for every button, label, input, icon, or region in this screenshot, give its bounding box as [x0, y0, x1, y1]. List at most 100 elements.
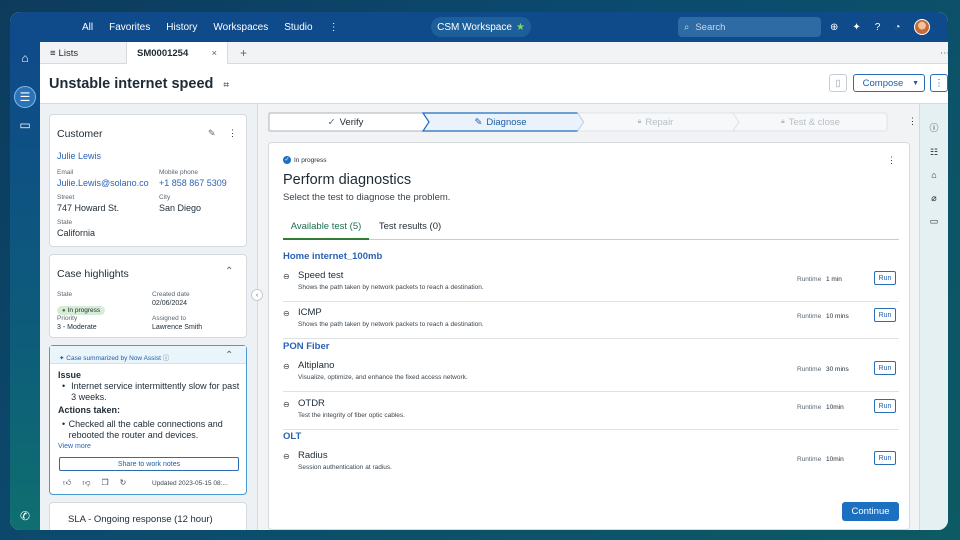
refresh-icon[interactable]: ↻ — [120, 478, 127, 488]
tab-lists[interactable]: ≡ Lists — [40, 42, 126, 64]
record-header: Unstable internet speed ⌗ ▯ Compose ▼ ⋮ — [40, 64, 948, 104]
feedback-icons: 👍︎ 👎︎ ❐ ↻ — [63, 478, 126, 488]
edit-icon[interactable]: ✎ — [208, 128, 216, 139]
test-row: ⊖ Radius Session authentication at radius.… — [283, 446, 899, 482]
customer-card: Customer ✎ ⋮ Julie Lewis Email Julie.Lew… — [49, 114, 247, 247]
customer-name-link[interactable]: Julie Lewis — [57, 151, 101, 161]
step-verify-label: Verify — [339, 116, 364, 128]
top-utility-icons: ⊕ ✦ ? ◔ — [830, 12, 931, 42]
runtime-value: 1 min — [826, 276, 842, 283]
global-search-input[interactable]: ⌕ Search — [678, 17, 821, 37]
diagnostics-panel: ✓ In progress ⋮ Perform diagnostics Sele… — [268, 142, 910, 530]
left-record-panel: Customer ✎ ⋮ Julie Lewis Email Julie.Lew… — [40, 104, 257, 530]
test-description: Test the integrity of fiber optic cables… — [298, 412, 405, 419]
page-title: Unstable internet speed ⌗ — [49, 76, 229, 92]
tabs-divider — [283, 239, 899, 240]
run-button[interactable]: Run — [874, 271, 896, 285]
globe-icon[interactable]: ⊕ — [830, 22, 838, 33]
test-description: Visualize, optimize, and enhance the fix… — [298, 374, 468, 381]
test-name: Altiplano — [298, 360, 335, 371]
email-link[interactable]: Julie.Lewis@solano.co — [57, 178, 149, 188]
diagnostic-icon: ⊖ — [283, 272, 290, 281]
sparkle-icon[interactable]: ✦ — [852, 22, 860, 33]
help-icon[interactable]: ? — [875, 22, 881, 33]
thumbs-down-icon[interactable]: 👎︎ — [82, 478, 90, 488]
nav-workspaces[interactable]: Workspaces — [213, 22, 268, 33]
issue-label: Issue — [58, 370, 82, 380]
run-button[interactable]: Run — [874, 361, 896, 375]
home-icon[interactable]: ⌂ — [17, 50, 33, 66]
check-icon: ✓ — [327, 116, 336, 128]
run-button[interactable]: Run — [874, 451, 896, 465]
right-context-rail: ⓘ ☷ ⌂ ⌀ ▭ — [919, 104, 948, 530]
top-navigation-bar: All Favorites History Workspaces Studio … — [10, 12, 948, 42]
document-icon[interactable]: ▯ — [829, 74, 847, 92]
status-badge-text: In progress — [57, 306, 106, 315]
more-vertical-icon[interactable]: ⋮ — [908, 116, 917, 127]
test-group-heading: Home internet_100mb — [283, 251, 383, 262]
chevron-up-icon[interactable]: ⌃ — [225, 350, 233, 361]
info-icon[interactable]: ⓘ — [928, 122, 940, 134]
created-value: 02/06/2024 — [152, 300, 188, 307]
tab-available-tests[interactable]: Available test (5) — [283, 221, 369, 240]
more-vertical-icon[interactable]: ⋮ — [228, 128, 237, 139]
case-highlights-heading: Case highlights — [57, 268, 129, 280]
attachment-icon[interactable]: ⌀ — [928, 192, 940, 204]
phone-icon[interactable]: ✆ — [17, 508, 33, 524]
search-icon: ⌕ — [684, 21, 690, 33]
tab-record[interactable]: SM0001254 × — [126, 42, 228, 64]
test-row: ⊖ ICMP Shows the path taken by network pac… — [283, 303, 899, 339]
test-description: Shows the path taken by network packets … — [298, 284, 484, 291]
priority-value: 3 - Moderate — [57, 324, 97, 331]
nav-history[interactable]: History — [166, 22, 197, 33]
step-repair: 🔒︎ Repair — [578, 112, 733, 132]
chevron-up-icon[interactable]: ⌃ — [225, 266, 233, 277]
nav-all[interactable]: All — [82, 22, 93, 33]
more-vertical-icon[interactable]: ⋮ — [329, 22, 339, 33]
workspace-switcher[interactable]: CSM Workspace ★ — [431, 17, 531, 37]
step-verify[interactable]: ✓ Verify — [268, 112, 423, 132]
mobile-link[interactable]: +1 858 867 5309 — [159, 178, 227, 188]
list-icon[interactable]: ☰ — [17, 89, 33, 105]
sla-card[interactable]: SLA - Ongoing response (12 hour) — [49, 502, 247, 530]
more-actions-button[interactable]: ⋮ — [930, 74, 948, 92]
share-to-work-notes-button[interactable]: Share to work notes — [59, 457, 239, 471]
bell-icon[interactable]: ◔ — [894, 22, 900, 33]
compose-button[interactable]: Compose ▼ — [853, 74, 925, 92]
knowledge-icon[interactable]: ⌂ — [928, 169, 940, 181]
info-icon[interactable]: ⓘ — [163, 355, 170, 362]
more-vertical-icon[interactable]: ⋮ — [887, 155, 896, 166]
thumbs-up-icon[interactable]: 👍︎ — [63, 478, 71, 488]
avatar[interactable] — [914, 19, 931, 35]
view-more-link[interactable]: View more — [58, 443, 91, 450]
more-horizontal-icon[interactable]: ⋯ — [930, 42, 948, 64]
add-tab-button[interactable]: + — [230, 42, 254, 64]
continue-button[interactable]: Continue — [842, 502, 899, 521]
case-highlights-card: Case highlights ⌃ State In progress Crea… — [49, 254, 247, 338]
tab-test-results[interactable]: Test results (0) — [377, 221, 443, 232]
runtime-value: 10min — [826, 404, 844, 411]
priority-label: Priority — [57, 315, 78, 322]
collapse-panel-icon[interactable]: ‹ — [251, 289, 263, 301]
runtime-label: Runtime — [797, 313, 822, 320]
lock-icon: 🔒︎ — [637, 118, 642, 125]
actions-label: Actions taken: — [58, 405, 121, 415]
city-value: San Diego — [159, 203, 202, 213]
nav-favorites[interactable]: Favorites — [109, 22, 150, 33]
progress-status: ✓ In progress — [283, 156, 327, 164]
tab-lists-label: Lists — [58, 47, 79, 59]
inbox-icon[interactable]: ▭ — [17, 117, 33, 133]
notes-icon[interactable]: ☷ — [928, 146, 940, 158]
copy-icon[interactable]: ❐ — [102, 478, 109, 488]
pencil-icon: ✎ — [474, 116, 483, 128]
nav-studio[interactable]: Studio — [284, 22, 312, 33]
run-button[interactable]: Run — [874, 308, 896, 322]
step-diagnose[interactable]: ✎ Diagnose — [423, 112, 578, 132]
folder-icon[interactable]: ▭ — [928, 215, 940, 227]
close-icon[interactable]: × — [211, 48, 217, 59]
created-label: Created date — [152, 291, 190, 298]
caret-down-icon[interactable]: ▼ — [912, 80, 919, 87]
run-button[interactable]: Run — [874, 399, 896, 413]
issue-text: Internet service intermittently slow for… — [71, 381, 240, 402]
tag-icon[interactable]: ⌗ — [223, 80, 229, 91]
